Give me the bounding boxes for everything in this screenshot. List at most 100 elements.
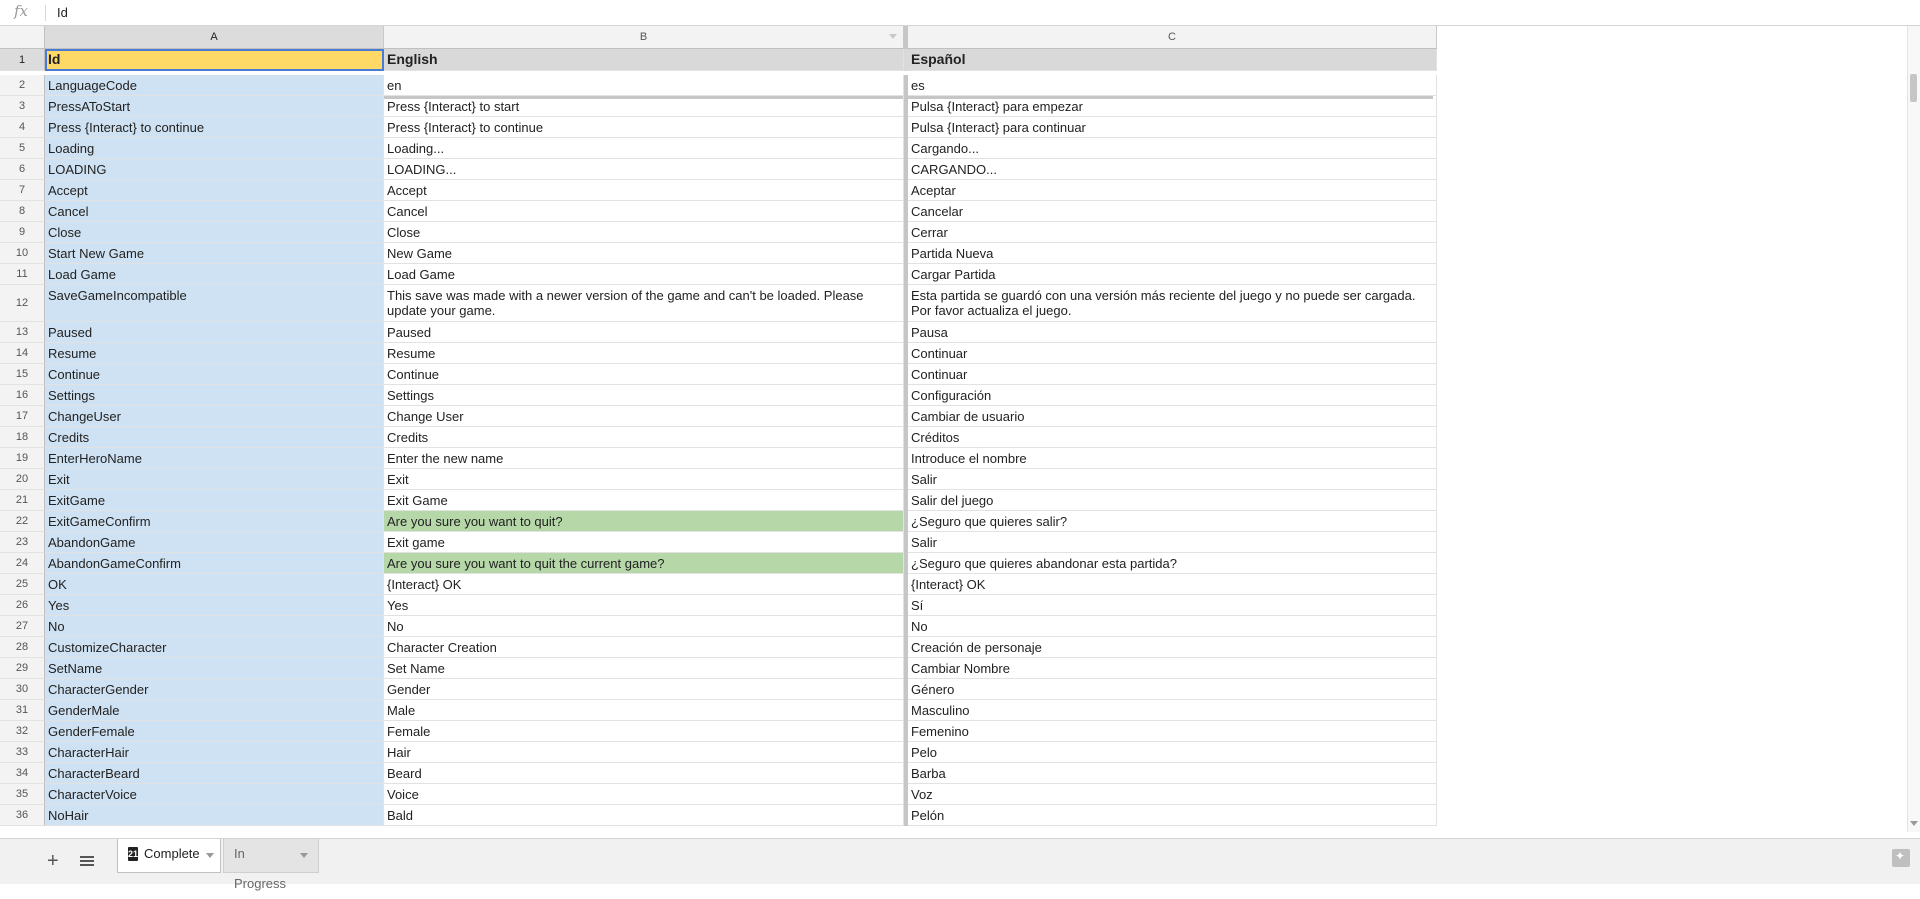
cell-id[interactable]: Exit (45, 469, 384, 490)
add-sheet-icon[interactable]: + (47, 851, 59, 871)
cell-id[interactable]: Loading (45, 138, 384, 159)
cell-espanol[interactable]: Partida Nueva (908, 243, 1437, 264)
cell-espanol[interactable]: Cerrar (908, 222, 1437, 243)
cell-id[interactable]: SetName (45, 658, 384, 679)
cell-espanol[interactable]: No (908, 616, 1437, 637)
cell-espanol[interactable]: Esta partida se guardó con una versión m… (908, 285, 1437, 322)
cell-espanol[interactable]: Pulsa {Interact} para continuar (908, 117, 1437, 138)
column-header-c[interactable]: C (908, 26, 1437, 49)
chevron-down-icon[interactable] (300, 853, 308, 858)
row-header[interactable]: 10 (0, 243, 45, 264)
cell-espanol[interactable]: {Interact} OK (908, 574, 1437, 595)
cell-id[interactable]: Resume (45, 343, 384, 364)
cell-id[interactable]: EnterHeroName (45, 448, 384, 469)
row-header[interactable]: 8 (0, 201, 45, 222)
row-header[interactable]: 29 (0, 658, 45, 679)
row-header[interactable]: 31 (0, 700, 45, 721)
cell-english[interactable]: Yes (384, 595, 904, 616)
cell-espanol[interactable]: Continuar (908, 343, 1437, 364)
cell-id[interactable]: Press {Interact} to continue (45, 117, 384, 138)
row-header[interactable]: 12 (0, 285, 45, 322)
cell-english[interactable]: Exit game (384, 532, 904, 553)
cell-id[interactable]: Settings (45, 385, 384, 406)
row-header[interactable]: 30 (0, 679, 45, 700)
cell-id[interactable]: LOADING (45, 159, 384, 180)
cell-english[interactable]: Credits (384, 427, 904, 448)
cell-espanol[interactable]: Aceptar (908, 180, 1437, 201)
cell-english[interactable]: Beard (384, 763, 904, 784)
cell-english[interactable]: {Interact} OK (384, 574, 904, 595)
cell-english[interactable]: Are you sure you want to quit the curren… (384, 553, 904, 574)
cell-espanol[interactable]: Cambiar Nombre (908, 658, 1437, 679)
row-header[interactable]: 1 (0, 49, 45, 71)
row-header[interactable]: 35 (0, 784, 45, 805)
cell-english[interactable]: Hair (384, 742, 904, 763)
cell-id[interactable]: SaveGameIncompatible (45, 285, 384, 322)
cell-english[interactable]: Settings (384, 385, 904, 406)
cell-espanol[interactable]: ¿Seguro que quieres abandonar esta parti… (908, 553, 1437, 574)
sheet-tab-complete[interactable]: 21 Complete (117, 839, 221, 873)
row-header[interactable]: 23 (0, 532, 45, 553)
cell-id[interactable]: Continue (45, 364, 384, 385)
cell-english[interactable]: Close (384, 222, 904, 243)
cell-english[interactable]: en (384, 75, 904, 96)
cell-english[interactable]: Bald (384, 805, 904, 826)
row-header[interactable]: 17 (0, 406, 45, 427)
cell-espanol[interactable]: Configuración (908, 385, 1437, 406)
cell-espanol[interactable]: Pelón (908, 805, 1437, 826)
row-header[interactable]: 18 (0, 427, 45, 448)
row-header[interactable]: 16 (0, 385, 45, 406)
cell-id[interactable]: GenderFemale (45, 721, 384, 742)
row-header[interactable]: 28 (0, 637, 45, 658)
scrollbar-thumb[interactable] (1910, 74, 1917, 102)
cell-id[interactable]: CustomizeCharacter (45, 637, 384, 658)
cell-id[interactable]: ChangeUser (45, 406, 384, 427)
cell-id[interactable]: Close (45, 222, 384, 243)
cell-espanol[interactable]: Continuar (908, 364, 1437, 385)
cell-espanol[interactable]: CARGANDO... (908, 159, 1437, 180)
cell-espanol[interactable]: Femenino (908, 721, 1437, 742)
row-header[interactable]: 4 (0, 117, 45, 138)
cell-id[interactable]: Cancel (45, 201, 384, 222)
row-header[interactable]: 33 (0, 742, 45, 763)
cell-id[interactable]: Yes (45, 595, 384, 616)
cell-id[interactable]: Start New Game (45, 243, 384, 264)
cell-espanol[interactable]: Introduce el nombre (908, 448, 1437, 469)
cell-id[interactable]: No (45, 616, 384, 637)
cell-id[interactable]: AbandonGame (45, 532, 384, 553)
formula-input[interactable]: Id (57, 5, 68, 20)
cell-c1[interactable]: Español (908, 49, 1437, 71)
cell-english[interactable]: Voice (384, 784, 904, 805)
row-header[interactable]: 25 (0, 574, 45, 595)
cell-espanol[interactable]: Salir (908, 469, 1437, 490)
cell-id[interactable]: CharacterHair (45, 742, 384, 763)
row-header[interactable]: 20 (0, 469, 45, 490)
scroll-down-icon[interactable] (1910, 821, 1918, 826)
cell-english[interactable]: Female (384, 721, 904, 742)
row-header[interactable]: 2 (0, 75, 45, 96)
row-header[interactable]: 14 (0, 343, 45, 364)
cell-id[interactable]: CharacterGender (45, 679, 384, 700)
cell-espanol[interactable]: Salir del juego (908, 490, 1437, 511)
cell-b1[interactable]: English (384, 49, 904, 71)
cell-espanol[interactable]: Cancelar (908, 201, 1437, 222)
cell-espanol[interactable]: Género (908, 679, 1437, 700)
cell-espanol[interactable]: Pausa (908, 322, 1437, 343)
cell-english[interactable]: Exit (384, 469, 904, 490)
cell-id[interactable]: OK (45, 574, 384, 595)
select-all-corner[interactable] (0, 26, 45, 49)
cell-id[interactable]: PressAToStart (45, 96, 384, 117)
row-header[interactable]: 24 (0, 553, 45, 574)
column-header-a[interactable]: A (45, 26, 384, 49)
cell-espanol[interactable]: Cargar Partida (908, 264, 1437, 285)
cell-espanol[interactable]: Creación de personaje (908, 637, 1437, 658)
row-header[interactable]: 34 (0, 763, 45, 784)
row-header[interactable]: 26 (0, 595, 45, 616)
cell-espanol[interactable]: Pulsa {Interact} para empezar (908, 96, 1437, 117)
cell-english[interactable]: Press {Interact} to continue (384, 117, 904, 138)
cell-a1[interactable]: Id (45, 49, 384, 71)
cell-espanol[interactable]: Barba (908, 763, 1437, 784)
cell-espanol[interactable]: Cargando... (908, 138, 1437, 159)
cell-english[interactable]: Loading... (384, 138, 904, 159)
cell-english[interactable]: New Game (384, 243, 904, 264)
